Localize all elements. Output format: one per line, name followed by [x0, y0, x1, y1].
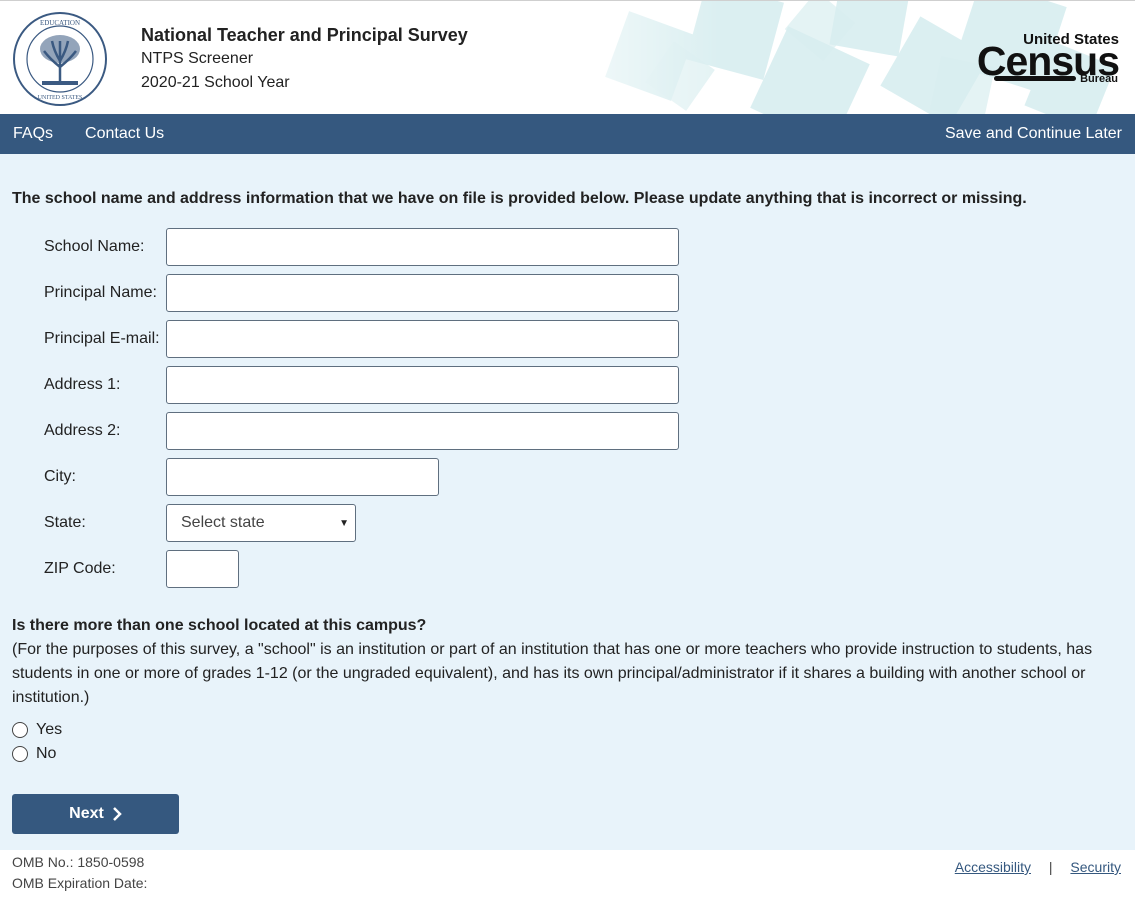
next-button-label: Next	[69, 805, 104, 822]
radio-yes[interactable]	[12, 722, 28, 738]
omb-info: OMB No.: 1850-0598 OMB Expiration Date:	[12, 852, 147, 894]
state-select-value: Select state	[181, 514, 265, 531]
intro-text: The school name and address information …	[12, 190, 1027, 207]
campus-question-note: (For the purposes of this survey, a "sch…	[12, 641, 1093, 706]
survey-title: National Teacher and Principal Survey	[141, 25, 468, 45]
page-header: EDUCATION UNITED STATES National Teacher…	[0, 0, 1135, 114]
address2-input[interactable]	[166, 412, 679, 450]
radio-option-yes[interactable]: Yes	[12, 718, 1123, 742]
caret-down-icon: ▼	[339, 517, 349, 529]
campus-question: Is there more than one school located at…	[12, 614, 1123, 710]
address2-row: Address 2:	[12, 412, 1123, 450]
nav-faqs-link[interactable]: FAQs	[13, 125, 53, 143]
state-row: State: Select state ▼	[12, 504, 1123, 542]
school-name-row: School Name:	[12, 228, 1123, 266]
state-select[interactable]: Select state ▼	[166, 504, 356, 542]
radio-yes-label: Yes	[36, 721, 63, 738]
principal-email-label: Principal E-mail:	[44, 330, 160, 347]
page-footer: OMB No.: 1850-0598 OMB Expiration Date: …	[0, 850, 1135, 901]
radio-option-no[interactable]: No	[12, 742, 1123, 766]
security-link[interactable]: Security	[1070, 859, 1121, 875]
svg-text:UNITED STATES: UNITED STATES	[38, 95, 83, 101]
zip-input[interactable]	[166, 550, 239, 588]
campus-radio-group: Yes No	[12, 718, 1123, 766]
header-titles: National Teacher and Principal Survey NT…	[141, 23, 468, 95]
census-bureau-logo: United States Census Bureau	[977, 31, 1120, 87]
survey-subtitle: NTPS Screener	[141, 50, 254, 67]
address2-label: Address 2:	[44, 422, 121, 439]
omb-number: OMB No.: 1850-0598	[12, 854, 145, 870]
department-of-education-seal: EDUCATION UNITED STATES	[13, 12, 107, 106]
svg-text:EDUCATION: EDUCATION	[40, 19, 80, 27]
main-content: The school name and address information …	[0, 154, 1135, 850]
city-input[interactable]	[166, 458, 439, 496]
footer-links: Accessibility | Security	[955, 859, 1121, 875]
footer-separator: |	[1048, 859, 1053, 875]
city-row: City:	[12, 458, 1123, 496]
zip-label: ZIP Code:	[44, 560, 116, 577]
census-logo-bar	[994, 76, 1076, 81]
principal-email-input[interactable]	[166, 320, 679, 358]
radio-no[interactable]	[12, 746, 28, 762]
chevron-right-icon	[112, 807, 122, 821]
top-nav: FAQs Contact Us Save and Continue Later	[0, 114, 1135, 154]
zip-row: ZIP Code:	[12, 550, 1123, 588]
principal-email-row: Principal E-mail:	[12, 320, 1123, 358]
state-label: State:	[44, 514, 86, 531]
school-name-label: School Name:	[44, 238, 145, 255]
save-continue-later-link[interactable]: Save and Continue Later	[945, 125, 1122, 143]
nav-contact-link[interactable]: Contact Us	[85, 125, 164, 143]
principal-name-row: Principal Name:	[12, 274, 1123, 312]
accessibility-link[interactable]: Accessibility	[955, 859, 1031, 875]
address1-row: Address 1:	[12, 366, 1123, 404]
principal-name-input[interactable]	[166, 274, 679, 312]
census-logo-bottom: Bureau	[1080, 73, 1118, 85]
principal-name-label: Principal Name:	[44, 284, 157, 301]
school-year: 2020-21 School Year	[141, 74, 290, 91]
campus-question-text: Is there more than one school located at…	[12, 617, 427, 634]
city-label: City:	[44, 468, 76, 485]
radio-no-label: No	[36, 745, 57, 762]
omb-expiration: OMB Expiration Date:	[12, 875, 148, 891]
address1-input[interactable]	[166, 366, 679, 404]
next-button[interactable]: Next	[12, 794, 179, 834]
school-name-input[interactable]	[166, 228, 679, 266]
address1-label: Address 1:	[44, 376, 121, 393]
